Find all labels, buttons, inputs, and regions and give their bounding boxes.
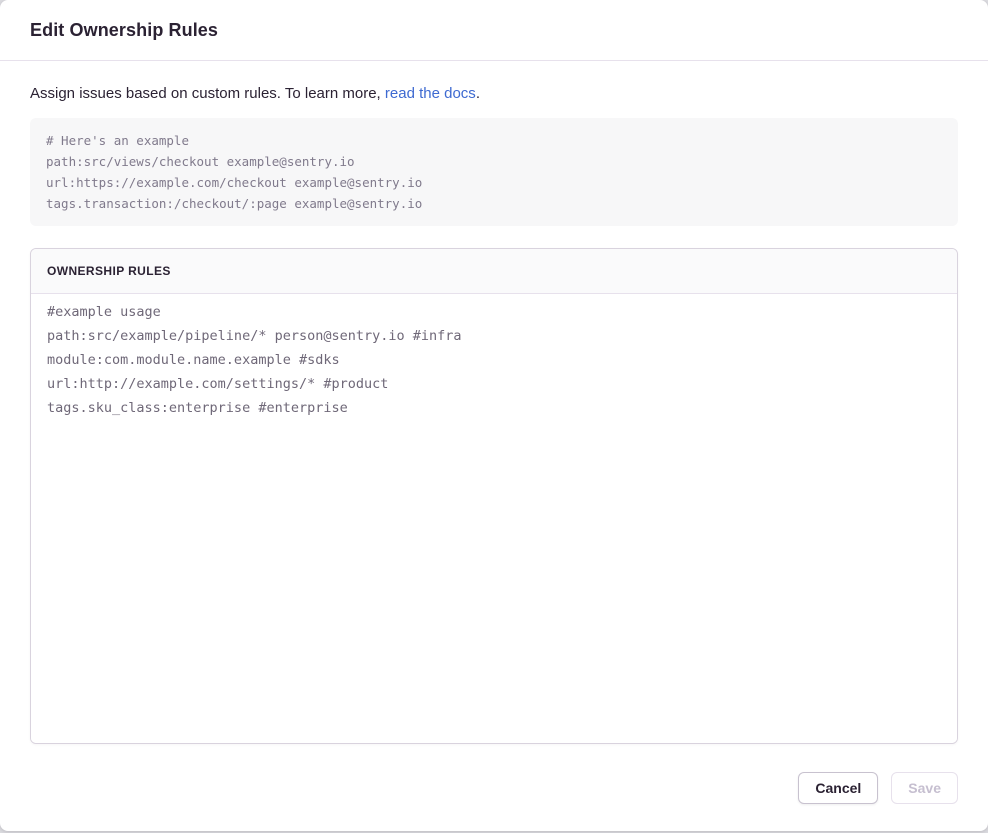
save-button[interactable]: Save	[891, 772, 958, 804]
cancel-button[interactable]: Cancel	[798, 772, 878, 804]
dialog-body: Assign issues based on custom rules. To …	[0, 61, 988, 831]
ownership-rules-panel: OWNERSHIP RULES #example usage path:src/…	[30, 248, 958, 744]
ownership-rules-panel-title: OWNERSHIP RULES	[47, 264, 171, 278]
read-the-docs-link[interactable]: read the docs	[385, 85, 476, 102]
description-before-link: Assign issues based on custom rules. To …	[30, 85, 385, 102]
ownership-rules-panel-header: OWNERSHIP RULES	[31, 249, 957, 294]
example-code-text: # Here's an example path:src/views/check…	[46, 130, 942, 214]
description-text: Assign issues based on custom rules. To …	[30, 84, 958, 104]
edit-ownership-rules-dialog: Edit Ownership Rules Assign issues based…	[0, 0, 988, 831]
example-code-block: # Here's an example path:src/views/check…	[30, 118, 958, 226]
dialog-header: Edit Ownership Rules	[0, 0, 988, 61]
dialog-title: Edit Ownership Rules	[30, 20, 218, 41]
ownership-rules-editor[interactable]: #example usage path:src/example/pipeline…	[31, 294, 957, 743]
description-after-link: .	[476, 85, 480, 102]
dialog-footer: Cancel Save	[30, 744, 958, 804]
